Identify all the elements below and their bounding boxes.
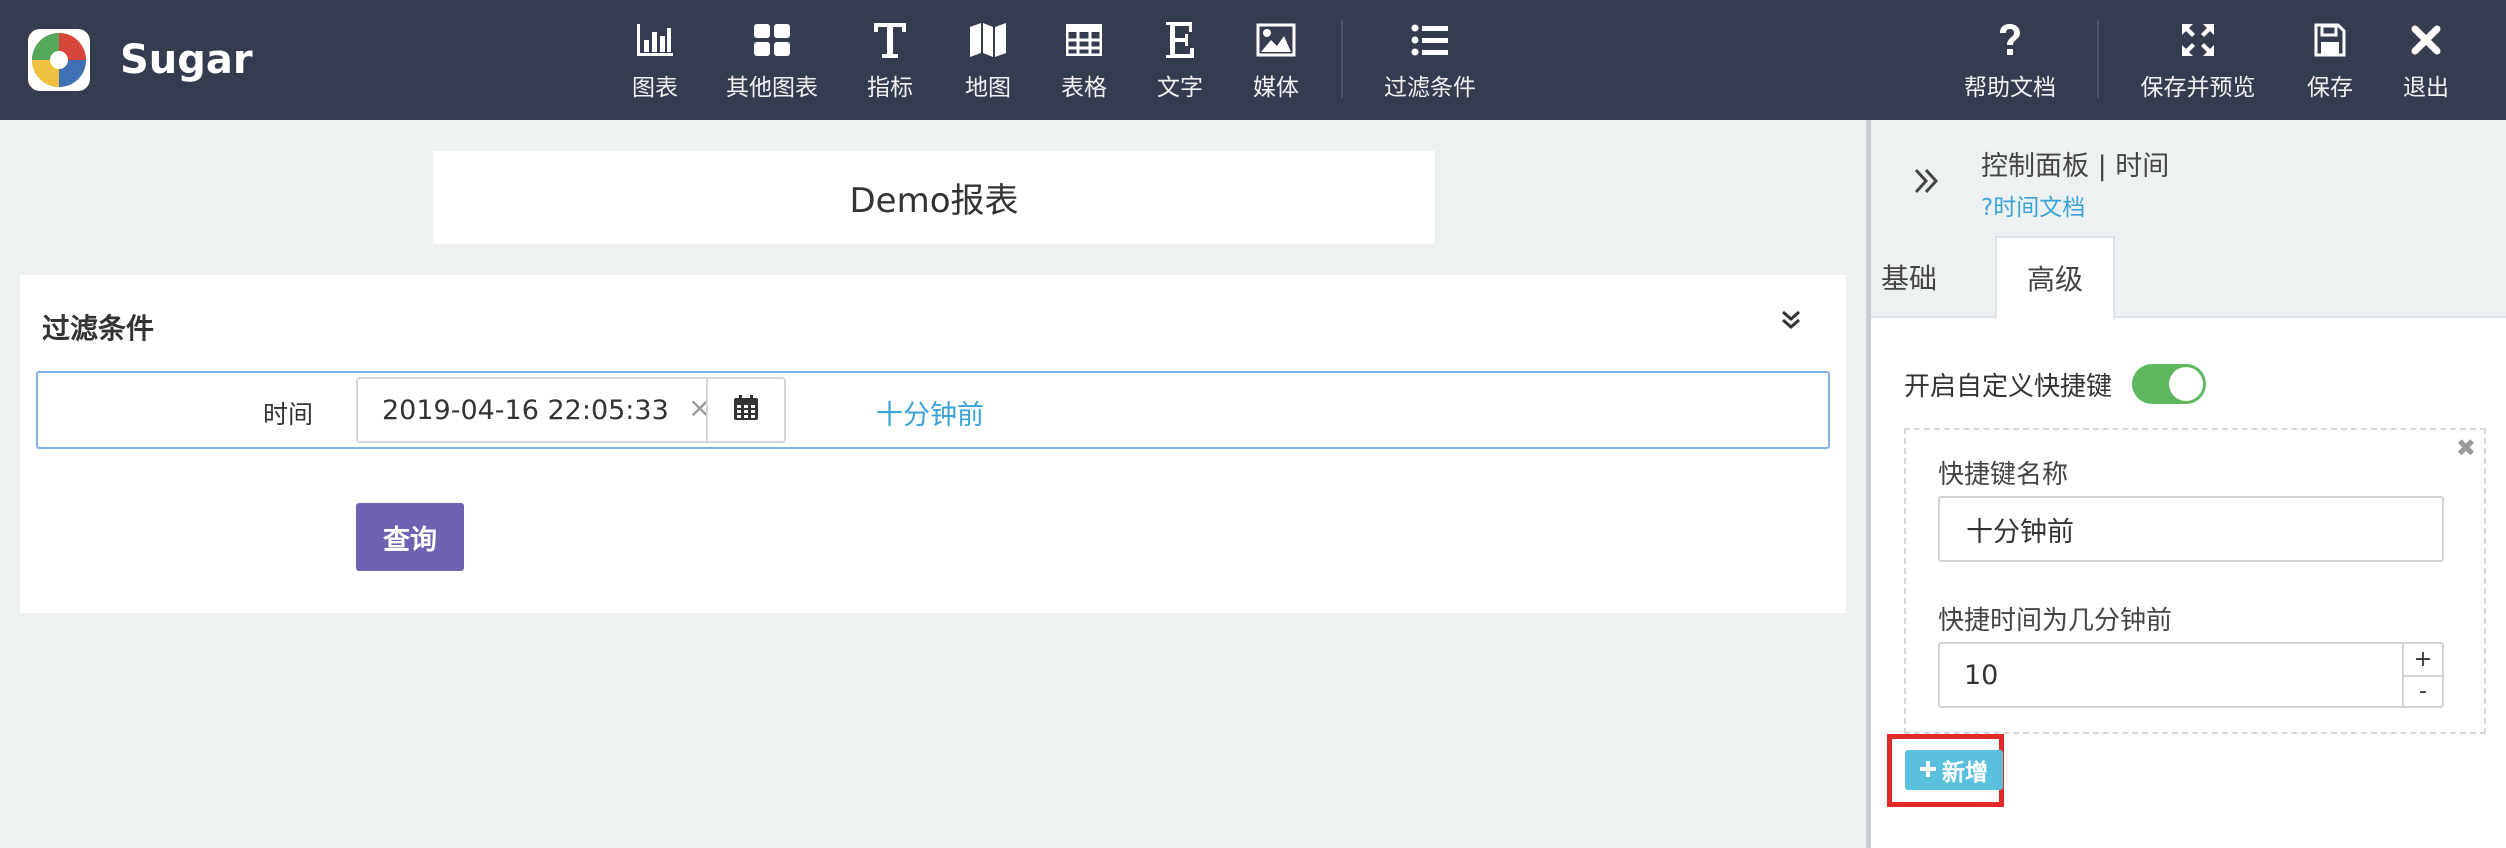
increment-button[interactable]: + xyxy=(2404,644,2442,675)
calendar-button[interactable] xyxy=(706,377,786,443)
image-icon xyxy=(1256,18,1296,62)
bar-chart-icon xyxy=(635,18,675,62)
nav-table[interactable]: 表格 xyxy=(1056,18,1112,104)
nav-label: 媒体 xyxy=(1253,75,1299,101)
nav-label: 保存 xyxy=(2307,75,2353,101)
control-panel-title: 控制面板 | 时间 xyxy=(1981,151,2170,182)
shortcut-name-input[interactable]: 十分钟前 xyxy=(1938,496,2444,562)
top-navbar: Sugar 图表 其他图表 指标 地图 表格 文字 媒体 过滤条件 帮助文档 保… xyxy=(0,0,2506,120)
tab-basic[interactable]: 基础 xyxy=(1871,236,1947,318)
question-icon xyxy=(1998,18,2022,62)
filter-panel-title: 过滤条件 xyxy=(42,312,155,345)
floppy-icon xyxy=(2314,18,2346,62)
calendar-icon xyxy=(732,394,760,426)
shortcut-minutes-input[interactable]: 10 + - xyxy=(1938,642,2444,708)
nav-label: 退出 xyxy=(2403,75,2449,101)
nav-label: 其他图表 xyxy=(726,75,818,101)
decrement-button[interactable]: - xyxy=(2404,675,2442,706)
shortcut-minutes-label: 快捷时间为几分钟前 xyxy=(1938,606,2173,636)
minutes-stepper: + - xyxy=(2402,644,2442,706)
nav-filter[interactable]: 过滤条件 xyxy=(1380,18,1480,104)
nav-label: 过滤条件 xyxy=(1384,75,1476,101)
brand[interactable]: Sugar xyxy=(28,29,253,91)
grid-icon xyxy=(753,18,791,62)
panel-tabs: 基础 高级 xyxy=(1871,236,2506,320)
nav-map[interactable]: 地图 xyxy=(960,18,1016,104)
text-t-icon xyxy=(872,18,908,62)
custom-shortcut-row: 开启自定义快捷键 xyxy=(1904,364,2207,404)
nav-exit[interactable]: 退出 xyxy=(2398,18,2454,104)
date-value: 2019-04-16 22:05:33 xyxy=(382,394,669,426)
query-button[interactable]: 查询 xyxy=(356,503,464,571)
report-title[interactable]: Demo报表 xyxy=(433,151,1435,244)
app-name: Sugar xyxy=(120,37,253,83)
expand-icon xyxy=(2181,18,2215,62)
nav-media[interactable]: 媒体 xyxy=(1248,18,1304,104)
remove-shortcut-icon[interactable]: ✖ xyxy=(2456,434,2476,462)
nav-label: 文字 xyxy=(1157,75,1203,101)
tab-advanced[interactable]: 高级 xyxy=(1995,236,2115,320)
toggle-knob xyxy=(2169,367,2204,401)
nav-indicator[interactable]: 指标 xyxy=(862,18,918,104)
shortcut-item: ✖ 快捷键名称 十分钟前 快捷时间为几分钟前 10 + - xyxy=(1904,428,2486,734)
date-input[interactable]: 2019-04-16 22:05:33 xyxy=(356,377,708,443)
time-doc-link[interactable]: ?时间文档 xyxy=(1981,188,2085,222)
double-chevron-right-icon[interactable] xyxy=(1909,164,1943,198)
nav-save-preview[interactable]: 保存并预览 xyxy=(2136,18,2260,104)
double-chevron-down-icon[interactable] xyxy=(1776,305,1806,335)
time-label: 时间 xyxy=(263,400,314,429)
shortcut-name-value: 十分钟前 xyxy=(1966,516,2074,548)
map-icon xyxy=(969,18,1007,62)
add-shortcut-label: 新增 xyxy=(1942,760,1988,786)
close-icon xyxy=(2411,18,2441,62)
sugar-logo-icon xyxy=(28,29,90,91)
filter-panel[interactable]: 过滤条件 时间 2019-04-16 22:05:33 × 十分钟前 查询 xyxy=(20,275,1846,613)
nav-label: 保存并预览 xyxy=(2140,75,2256,101)
nav-help-docs[interactable]: 帮助文档 xyxy=(1960,18,2060,104)
shortcut-link-ten-minutes-ago[interactable]: 十分钟前 xyxy=(876,393,984,432)
shortcut-name-label: 快捷键名称 xyxy=(1938,460,2069,490)
nav-label: 地图 xyxy=(965,75,1011,101)
nav-chart[interactable]: 图表 xyxy=(622,18,688,104)
control-panel-header: 控制面板 | 时间 ?时间文档 xyxy=(1871,120,2506,236)
time-filter-row[interactable]: 时间 2019-04-16 22:05:33 × 十分钟前 xyxy=(36,371,1830,449)
list-icon xyxy=(1411,18,1449,62)
nav-divider xyxy=(2097,20,2099,98)
nav-save[interactable]: 保存 xyxy=(2302,18,2358,104)
nav-label: 图表 xyxy=(632,75,678,101)
nav-other-charts[interactable]: 其他图表 xyxy=(722,18,822,104)
shortcut-minutes-value: 10 xyxy=(1964,659,1999,691)
nav-label: 表格 xyxy=(1061,75,1107,101)
custom-shortcut-label: 开启自定义快捷键 xyxy=(1904,371,2113,402)
table-icon xyxy=(1066,18,1102,62)
custom-shortcut-toggle[interactable] xyxy=(2132,364,2207,404)
nav-label: 帮助文档 xyxy=(1964,75,2056,101)
text-e-icon xyxy=(1164,18,1196,62)
plus-icon xyxy=(1920,757,1936,783)
nav-divider xyxy=(1341,20,1343,98)
add-shortcut-button[interactable]: 新增 xyxy=(1905,750,2003,790)
control-panel: 控制面板 | 时间 ?时间文档 基础 高级 开启自定义快捷键 ✖ 快捷键名称 十… xyxy=(1871,120,2506,848)
nav-label: 指标 xyxy=(867,75,913,101)
nav-text[interactable]: 文字 xyxy=(1152,18,1208,104)
